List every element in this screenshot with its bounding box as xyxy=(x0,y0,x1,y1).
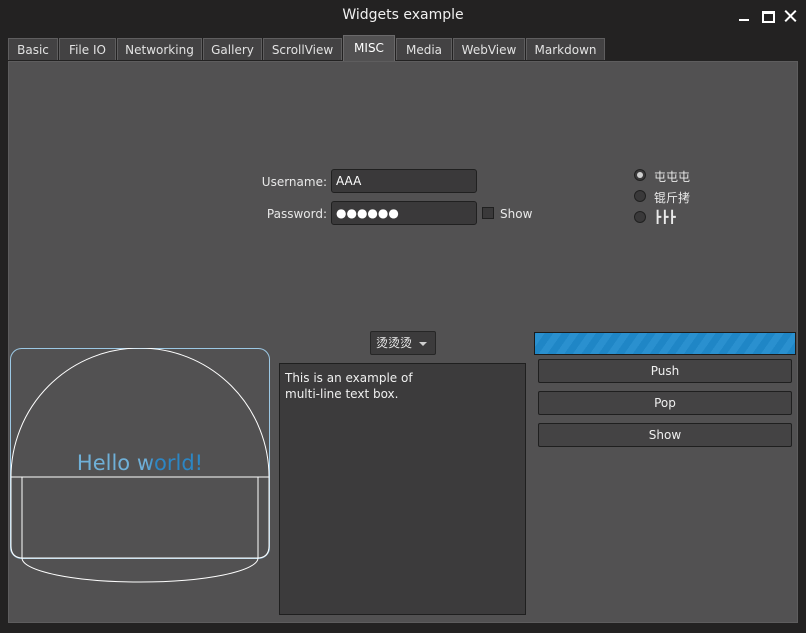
radio-option-2[interactable] xyxy=(634,190,646,202)
chevron-down-icon xyxy=(419,342,427,346)
rounded-body-shape xyxy=(10,477,270,559)
combo-value: 烫烫烫 xyxy=(376,336,413,350)
combo-box[interactable]: 烫烫烫 xyxy=(370,331,436,355)
inner-lines xyxy=(21,477,259,558)
tab-media[interactable]: Media xyxy=(396,38,452,60)
radio-option-1-label: 屯屯屯 xyxy=(654,170,691,184)
minimize-icon[interactable] xyxy=(736,8,752,24)
username-label: Username: xyxy=(261,175,327,189)
bottom-ellipse xyxy=(21,557,259,583)
tab-file-io[interactable]: File IO xyxy=(59,38,116,60)
show-password-label: Show xyxy=(500,207,533,221)
show-button[interactable]: Show xyxy=(538,423,792,447)
push-button[interactable]: Push xyxy=(538,359,792,383)
tab-networking[interactable]: Networking xyxy=(117,38,202,60)
progress-fill xyxy=(535,333,795,354)
radio-option-1[interactable] xyxy=(634,169,646,181)
hello-text: Hello world! xyxy=(77,451,203,475)
close-icon[interactable] xyxy=(783,8,799,24)
pop-button[interactable]: Pop xyxy=(538,391,792,415)
tab-webview[interactable]: WebView xyxy=(453,38,525,60)
radio-option-3-label: ┣┣┣ xyxy=(654,210,676,224)
drawing-canvas: Hello world! xyxy=(10,347,270,588)
password-input[interactable]: ●●●●●● xyxy=(331,201,477,225)
progress-bar xyxy=(534,332,796,355)
title-bar: Widgets example xyxy=(0,0,806,32)
tab-scrollview[interactable]: ScrollView xyxy=(263,38,342,60)
tab-gallery[interactable]: Gallery xyxy=(203,38,262,60)
multiline-text-box[interactable]: This is an example of multi-line text bo… xyxy=(279,363,526,615)
radio-option-2-label: 锟斤拷 xyxy=(654,191,691,205)
radio-option-3[interactable] xyxy=(634,211,646,223)
tab-misc[interactable]: MISC xyxy=(343,35,395,61)
maximize-icon[interactable] xyxy=(760,8,776,24)
window-title: Widgets example xyxy=(342,7,464,23)
show-password-checkbox[interactable] xyxy=(482,207,494,219)
tab-basic[interactable]: Basic xyxy=(8,38,58,60)
password-label: Password: xyxy=(266,207,327,221)
tab-markdown[interactable]: Markdown xyxy=(526,38,605,60)
username-input[interactable]: AAA xyxy=(331,169,477,193)
